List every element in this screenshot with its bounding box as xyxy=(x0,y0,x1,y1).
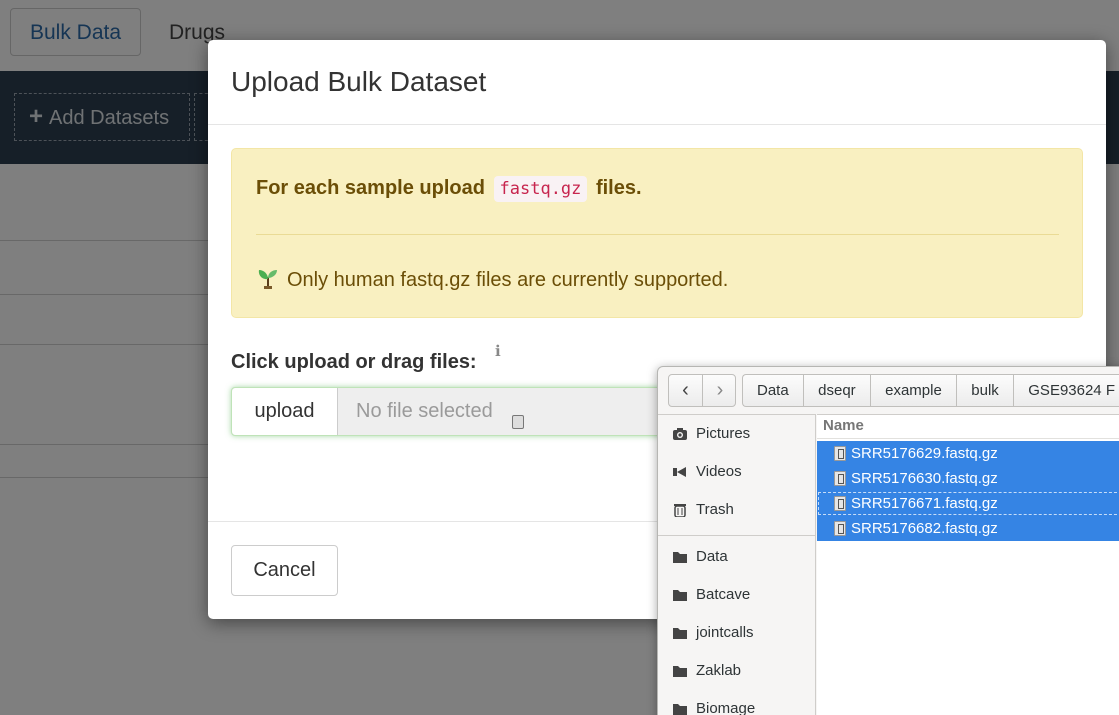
sidebar-item-label: jointcalls xyxy=(696,624,754,641)
file-name: SRR5176671.fastq.gz xyxy=(851,495,998,512)
file-name: SRR5176629.fastq.gz xyxy=(851,445,998,462)
file-input-status[interactable]: No file selected xyxy=(356,388,493,435)
seedling-icon xyxy=(258,270,277,289)
sidebar-item-label: Biomage xyxy=(696,700,756,715)
folder-icon xyxy=(673,704,687,715)
sidebar-item-biomage[interactable]: Biomage xyxy=(658,690,815,715)
folder-icon xyxy=(673,666,687,677)
alert-divider xyxy=(256,234,1059,235)
column-header-name[interactable]: Name xyxy=(817,415,1119,439)
sidebar-item-label: Data xyxy=(696,548,728,565)
breadcrumb-item[interactable]: GSE93624 F xyxy=(1013,374,1119,407)
forward-icon[interactable]: › xyxy=(703,375,737,406)
cancel-button[interactable]: Cancel xyxy=(231,545,338,596)
file-row[interactable]: SRR5176629.fastq.gz xyxy=(817,441,1119,466)
alert-suffix: files. xyxy=(595,177,642,199)
file-chooser-dialog: ‹ › Data dseqr example bulk GSE93624 F P… xyxy=(657,366,1119,715)
alert-note: Only human fastq.gz files are currently … xyxy=(256,266,728,292)
file-input-group[interactable]: upload No file selected xyxy=(231,387,691,436)
breadcrumb-item[interactable]: bulk xyxy=(956,374,1013,407)
folder-icon xyxy=(673,590,687,601)
back-icon[interactable]: ‹ xyxy=(669,375,703,406)
archive-file-icon xyxy=(834,446,846,461)
sidebar-item-label: Batcave xyxy=(696,586,751,603)
upload-button[interactable]: upload xyxy=(232,388,338,435)
file-row[interactable]: SRR5176671.fastq.gz xyxy=(817,491,1119,516)
file-extension-code: fastq.gz xyxy=(493,176,588,202)
alert-note-text: Only human fastq.gz files are currently … xyxy=(287,269,729,291)
file-name: SRR5176630.fastq.gz xyxy=(851,470,998,487)
sidebar-item-label: Zaklab xyxy=(696,662,742,679)
sidebar-item-videos[interactable]: Videos xyxy=(658,453,815,491)
file-name: SRR5176682.fastq.gz xyxy=(851,520,998,537)
drag-cursor-icon xyxy=(512,415,524,429)
sidebar-item-zaklab[interactable]: Zaklab xyxy=(658,652,815,690)
info-alert: For each sample upload fastq.gz files. O… xyxy=(231,148,1083,318)
sidebar-item-trash[interactable]: Trash xyxy=(658,491,815,529)
alert-prefix: For each sample upload xyxy=(256,177,485,199)
folder-icon xyxy=(673,552,687,563)
sidebar-item-data[interactable]: Data xyxy=(658,538,815,576)
upload-label: Click upload or drag files: xyxy=(231,351,477,373)
info-icon[interactable]: ℹ xyxy=(495,342,501,360)
video-icon xyxy=(673,467,686,477)
sidebar-item-pictures[interactable]: Pictures xyxy=(658,415,815,453)
breadcrumb-item[interactable]: Data xyxy=(742,374,803,407)
alert-title: For each sample upload fastq.gz files. xyxy=(256,176,642,202)
camera-icon xyxy=(673,428,687,440)
places-sidebar: Pictures Videos Trash Data Batcave joint… xyxy=(658,414,816,715)
folder-icon xyxy=(673,628,687,639)
modal-header: Upload Bulk Dataset xyxy=(208,40,1106,125)
sidebar-divider xyxy=(658,535,815,536)
file-row[interactable]: SRR5176682.fastq.gz xyxy=(817,516,1119,541)
path-breadcrumb: Data dseqr example bulk GSE93624 F xyxy=(742,374,1119,407)
sidebar-item-label: Trash xyxy=(696,501,734,518)
archive-file-icon xyxy=(834,496,846,511)
file-row[interactable]: SRR5176630.fastq.gz xyxy=(817,466,1119,491)
nav-buttons: ‹ › xyxy=(668,374,736,407)
trash-icon xyxy=(674,504,686,517)
sidebar-item-label: Videos xyxy=(696,463,742,480)
breadcrumb-item[interactable]: dseqr xyxy=(803,374,870,407)
archive-file-icon xyxy=(834,471,846,486)
file-list: Name SRR5176629.fastq.gz SRR5176630.fast… xyxy=(817,414,1119,715)
breadcrumb-item[interactable]: example xyxy=(870,374,956,407)
sidebar-item-label: Pictures xyxy=(696,425,751,442)
modal-title: Upload Bulk Dataset xyxy=(231,66,487,97)
sidebar-item-jointcalls[interactable]: jointcalls xyxy=(658,614,815,652)
archive-file-icon xyxy=(834,521,846,536)
sidebar-item-batcave[interactable]: Batcave xyxy=(658,576,815,614)
